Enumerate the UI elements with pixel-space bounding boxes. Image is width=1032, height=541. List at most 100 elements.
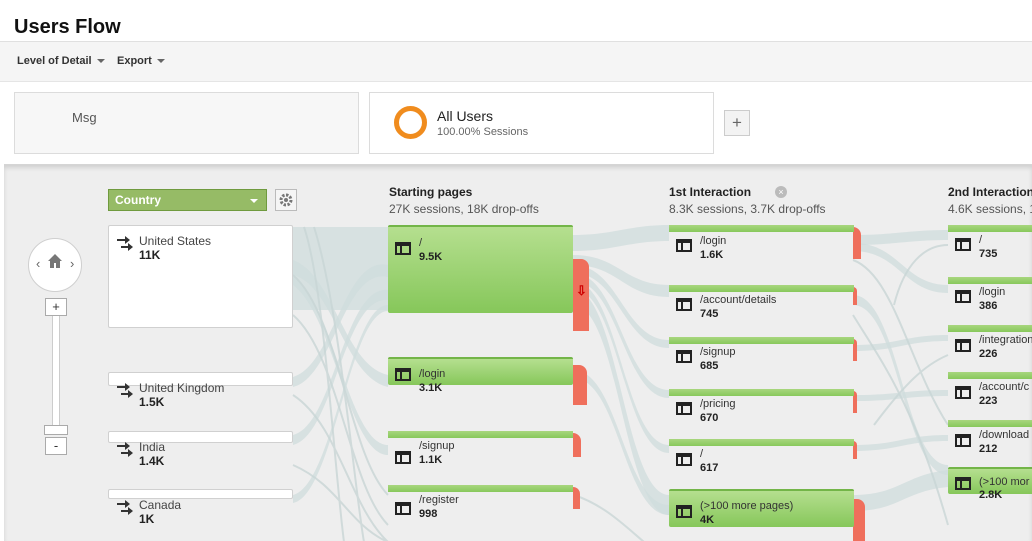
dimension-value: Country <box>115 193 161 207</box>
dimension-settings-button[interactable] <box>275 189 297 211</box>
page-sessions: 685 <box>700 360 719 372</box>
export-label: Export <box>117 55 152 67</box>
page-node[interactable]: /signup 685 <box>669 337 854 377</box>
page-icon <box>676 298 692 311</box>
segment-donut-icon <box>394 106 427 139</box>
zoom-in-button[interactable]: + <box>45 298 67 316</box>
page-name: (>100 more pages) <box>700 500 794 512</box>
dropoff-bar[interactable] <box>573 365 587 405</box>
zoom-out-button[interactable]: - <box>45 437 67 455</box>
page-icon <box>676 350 692 363</box>
page-name: /pricing <box>700 398 736 410</box>
segment-share: 100.00% Sessions <box>437 126 529 138</box>
page-node[interactable]: / 617 <box>669 439 854 479</box>
page-node[interactable]: /login 1.6K <box>669 225 854 265</box>
column-title-1st-interaction: 1st Interaction <box>669 185 752 199</box>
page-node[interactable]: (>100 more pages) 4K <box>669 489 854 527</box>
country-node[interactable]: Canada 1K <box>108 489 293 526</box>
pan-control[interactable]: ‹ › <box>28 238 82 292</box>
page-icon <box>955 434 971 447</box>
page-sessions: 226 <box>979 348 998 360</box>
pan-left-icon[interactable]: ‹ <box>36 256 40 271</box>
page-node[interactable]: /pricing 670 <box>669 389 854 429</box>
page-sessions: 998 <box>419 508 438 520</box>
page-name: /register <box>419 494 459 506</box>
page-sessions: 1.6K <box>700 249 724 261</box>
page-node[interactable]: /account/details 745 <box>669 285 854 325</box>
entrance-arrows-icon <box>117 500 133 515</box>
level-of-detail-menu[interactable]: Level of Detail <box>17 55 105 67</box>
home-icon[interactable] <box>46 252 64 270</box>
page-node[interactable]: (>100 mor 2.8K <box>948 467 1032 501</box>
country-node[interactable]: United Kingdom 1.5K <box>108 372 293 409</box>
column-stats-starting-pages: 27K sessions, 18K drop-offs <box>389 202 539 216</box>
page-sessions: 2.8K <box>979 489 1003 501</box>
segment-card-all-users[interactable]: All Users 100.00% Sessions <box>369 92 714 154</box>
page-icon <box>676 453 692 466</box>
entrance-arrows-icon <box>117 236 133 251</box>
report-toolbar: Level of Detail Export <box>0 42 1032 82</box>
gear-icon <box>279 193 293 207</box>
page-name: /signup <box>700 346 736 358</box>
page-name: / <box>419 237 423 249</box>
zoom-slider-track[interactable] <box>52 313 60 433</box>
page-name: / <box>979 234 983 246</box>
entrance-arrows-icon <box>117 383 133 398</box>
dropoff-bar[interactable]: ⇩ <box>573 259 589 331</box>
page-node[interactable]: /integration 226 <box>948 325 1032 365</box>
country-sessions: 1.5K <box>139 395 165 409</box>
empty-segment-slot[interactable]: Msg <box>14 92 359 154</box>
dropoff-bar[interactable] <box>853 227 861 259</box>
country-name: India <box>139 440 166 454</box>
page-icon <box>395 368 411 381</box>
page-name: (>100 mor <box>979 476 1030 488</box>
page-node[interactable]: /register 998 <box>388 485 573 523</box>
page-node[interactable]: /signup 1.1K <box>388 431 573 469</box>
pan-right-icon[interactable]: › <box>70 256 74 271</box>
page-sessions: 735 <box>979 248 998 260</box>
country-sessions: 1.4K <box>139 454 165 468</box>
page-name: / <box>700 448 704 460</box>
country-sessions: 11K <box>139 248 161 262</box>
page-node[interactable]: /login 3.1K <box>388 357 573 394</box>
chevron-down-icon <box>250 199 258 203</box>
country-name: Canada <box>139 498 182 512</box>
country-node[interactable]: United States 11K <box>108 225 293 328</box>
page-icon <box>955 290 971 303</box>
zoom-slider-handle[interactable] <box>44 425 68 435</box>
export-menu[interactable]: Export <box>117 55 165 67</box>
page-node[interactable]: /account/c 223 <box>948 372 1032 412</box>
page-name: /download <box>979 429 1030 441</box>
country-name: United Kingdom <box>139 381 225 395</box>
flow-canvas[interactable]: ‹ › + - Country Starting pages 27K sessi… <box>4 164 1032 541</box>
page-sessions: 9.5K <box>419 251 443 263</box>
page-name: /account/c <box>979 381 1030 393</box>
add-segment-button[interactable]: + <box>724 110 750 136</box>
chevron-down-icon <box>156 59 165 64</box>
column-stats-2nd-interaction: 4.6K sessions, 1 <box>948 202 1032 216</box>
page-node[interactable]: /download 212 <box>948 420 1032 460</box>
dropoff-bar[interactable] <box>573 433 581 457</box>
dropoff-bar[interactable] <box>573 487 580 509</box>
dropoff-bar[interactable] <box>853 499 865 541</box>
entrance-arrows-icon <box>117 442 133 457</box>
column-title-starting-pages: Starting pages <box>389 185 473 199</box>
chevron-down-icon <box>96 59 105 64</box>
page-icon <box>395 451 411 464</box>
page-node[interactable]: / 9.5K <box>388 225 573 313</box>
country-sessions: 1K <box>139 512 155 526</box>
page-name: /signup <box>419 440 455 452</box>
page-node[interactable]: / 735 <box>948 225 1032 265</box>
dimension-select[interactable]: Country <box>108 189 267 211</box>
page-sessions: 3.1K <box>419 382 443 394</box>
close-column-icon[interactable]: × <box>775 186 787 198</box>
page-icon <box>955 339 971 352</box>
page-node[interactable]: /login 386 <box>948 277 1032 317</box>
page-sessions: 745 <box>700 308 719 320</box>
page-icon <box>955 238 971 251</box>
title-bar: Users Flow <box>0 0 1032 42</box>
page-icon <box>676 402 692 415</box>
segment-name: All Users <box>437 108 494 124</box>
country-node[interactable]: India 1.4K <box>108 431 293 468</box>
column-stats-1st-interaction: 8.3K sessions, 3.7K drop-offs <box>669 202 826 216</box>
